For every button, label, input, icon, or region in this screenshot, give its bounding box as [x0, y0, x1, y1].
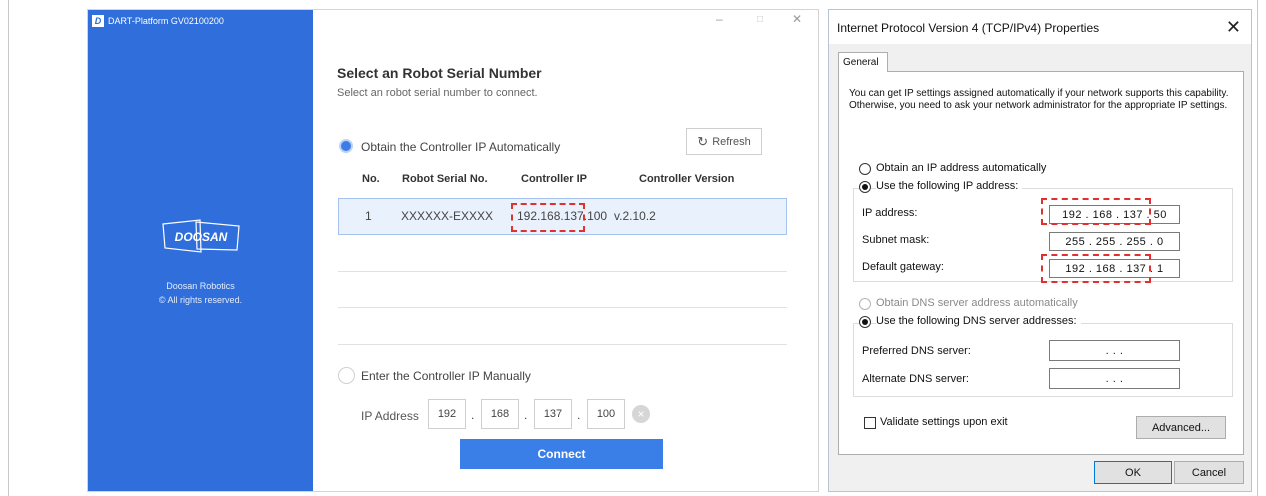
- subnet-mask-input[interactable]: 255 . 255 . 255 . 0: [1049, 232, 1180, 251]
- ip-octet-1[interactable]: 192: [428, 399, 466, 429]
- highlight-ip-address: [1041, 198, 1151, 225]
- ok-button[interactable]: OK: [1094, 461, 1172, 484]
- ip-separator: .: [524, 408, 528, 422]
- doosan-logo-text: DOOSAN: [175, 230, 228, 244]
- ip-octet-3[interactable]: 137: [534, 399, 572, 429]
- ip-address-field-label: IP address:: [862, 207, 918, 219]
- ip-address-label: IP Address: [361, 409, 419, 423]
- ipv4-properties-dialog: Internet Protocol Version 4 (TCP/IPv4) P…: [828, 9, 1252, 492]
- brand-name: Doosan Robotics: [166, 281, 235, 291]
- page-title: Select an Robot Serial Number: [337, 65, 542, 81]
- brand-sidebar: D DART-Platform GV02100200 DOOSAN Doosan…: [88, 10, 313, 491]
- ip-separator: .: [471, 408, 475, 422]
- alternate-dns-input[interactable]: . . .: [1049, 368, 1180, 389]
- use-following-ip-radio[interactable]: [859, 181, 871, 193]
- use-following-dns-label: Use the following DNS server addresses:: [876, 315, 1081, 327]
- use-following-ip-label: Use the following IP address:: [876, 180, 1023, 192]
- dialog-titlebar: Internet Protocol Version 4 (TCP/IPv4) P…: [829, 10, 1251, 44]
- maximize-button[interactable]: □: [757, 14, 763, 25]
- dialog-title: Internet Protocol Version 4 (TCP/IPv4) P…: [837, 21, 1100, 35]
- cell-version: v.2.10.2: [614, 209, 656, 223]
- highlight-default-gateway: [1041, 254, 1151, 283]
- page-subtitle: Select an robot serial number to connect…: [337, 87, 538, 99]
- manual-ip-label: Enter the Controller IP Manually: [361, 369, 531, 383]
- row-divider: [338, 271, 787, 272]
- header-controller-version: Controller Version: [639, 173, 735, 185]
- refresh-button[interactable]: ↻ Refresh: [686, 128, 762, 155]
- validate-checkbox[interactable]: [864, 417, 876, 429]
- ip-octet-2[interactable]: 168: [481, 399, 519, 429]
- ip-separator: .: [577, 408, 581, 422]
- clear-ip-icon[interactable]: ×: [632, 405, 650, 423]
- window-title: DART-Platform GV02100200: [108, 16, 224, 26]
- ip-octet-4[interactable]: 100: [587, 399, 625, 429]
- obtain-ip-auto-radio[interactable]: [859, 163, 871, 175]
- copyright-text: © All rights reserved.: [158, 295, 243, 305]
- subnet-mask-label: Subnet mask:: [862, 234, 930, 246]
- minimize-button[interactable]: –: [716, 12, 723, 26]
- tab-general[interactable]: General: [838, 52, 888, 72]
- header-controller-ip: Controller IP: [521, 173, 588, 185]
- row-divider: [338, 344, 787, 345]
- connect-button[interactable]: Connect: [460, 439, 663, 469]
- header-no: No.: [362, 173, 380, 185]
- dart-platform-window: D DART-Platform GV02100200 DOOSAN Doosan…: [87, 9, 819, 492]
- obtain-dns-auto-label: Obtain DNS server address automatically: [876, 297, 1078, 309]
- refresh-icon: ↻: [697, 133, 709, 149]
- row-divider: [338, 307, 787, 308]
- highlight-controller-ip: [511, 203, 585, 232]
- close-button[interactable]: ✕: [792, 12, 802, 26]
- use-following-dns-radio[interactable]: [859, 316, 871, 328]
- doosan-logo: DOOSAN: [162, 219, 240, 253]
- general-tab-panel: You can get IP settings assigned automat…: [838, 71, 1244, 455]
- refresh-label: Refresh: [712, 135, 751, 148]
- preferred-dns-input[interactable]: . . .: [1049, 340, 1180, 361]
- dart-main-panel: – □ ✕ Select an Robot Serial Number Sele…: [313, 10, 818, 491]
- obtain-dns-auto-radio[interactable]: [859, 298, 871, 310]
- dialog-close-button[interactable]: ✕: [1226, 17, 1241, 38]
- obtain-ip-auto-label: Obtain an IP address automatically: [876, 162, 1047, 174]
- info-text: You can get IP settings assigned automat…: [849, 88, 1229, 111]
- advanced-button[interactable]: Advanced...: [1136, 416, 1226, 439]
- window-titlebar: D DART-Platform GV02100200: [92, 14, 224, 28]
- cell-serial: XXXXXX-EXXXX: [401, 209, 494, 223]
- auto-ip-label: Obtain the Controller IP Automatically: [361, 140, 561, 154]
- preferred-dns-label: Preferred DNS server:: [862, 345, 971, 357]
- auto-ip-radio[interactable]: [339, 139, 353, 153]
- header-serial: Robot Serial No.: [402, 173, 488, 185]
- cancel-button[interactable]: Cancel: [1174, 461, 1244, 484]
- validate-label: Validate settings upon exit: [880, 416, 1008, 428]
- manual-ip-radio[interactable]: [338, 367, 355, 384]
- default-gateway-label: Default gateway:: [862, 261, 944, 273]
- dart-app-icon: D: [92, 15, 104, 27]
- alternate-dns-label: Alternate DNS server:: [862, 373, 969, 385]
- cell-no: 1: [365, 209, 372, 223]
